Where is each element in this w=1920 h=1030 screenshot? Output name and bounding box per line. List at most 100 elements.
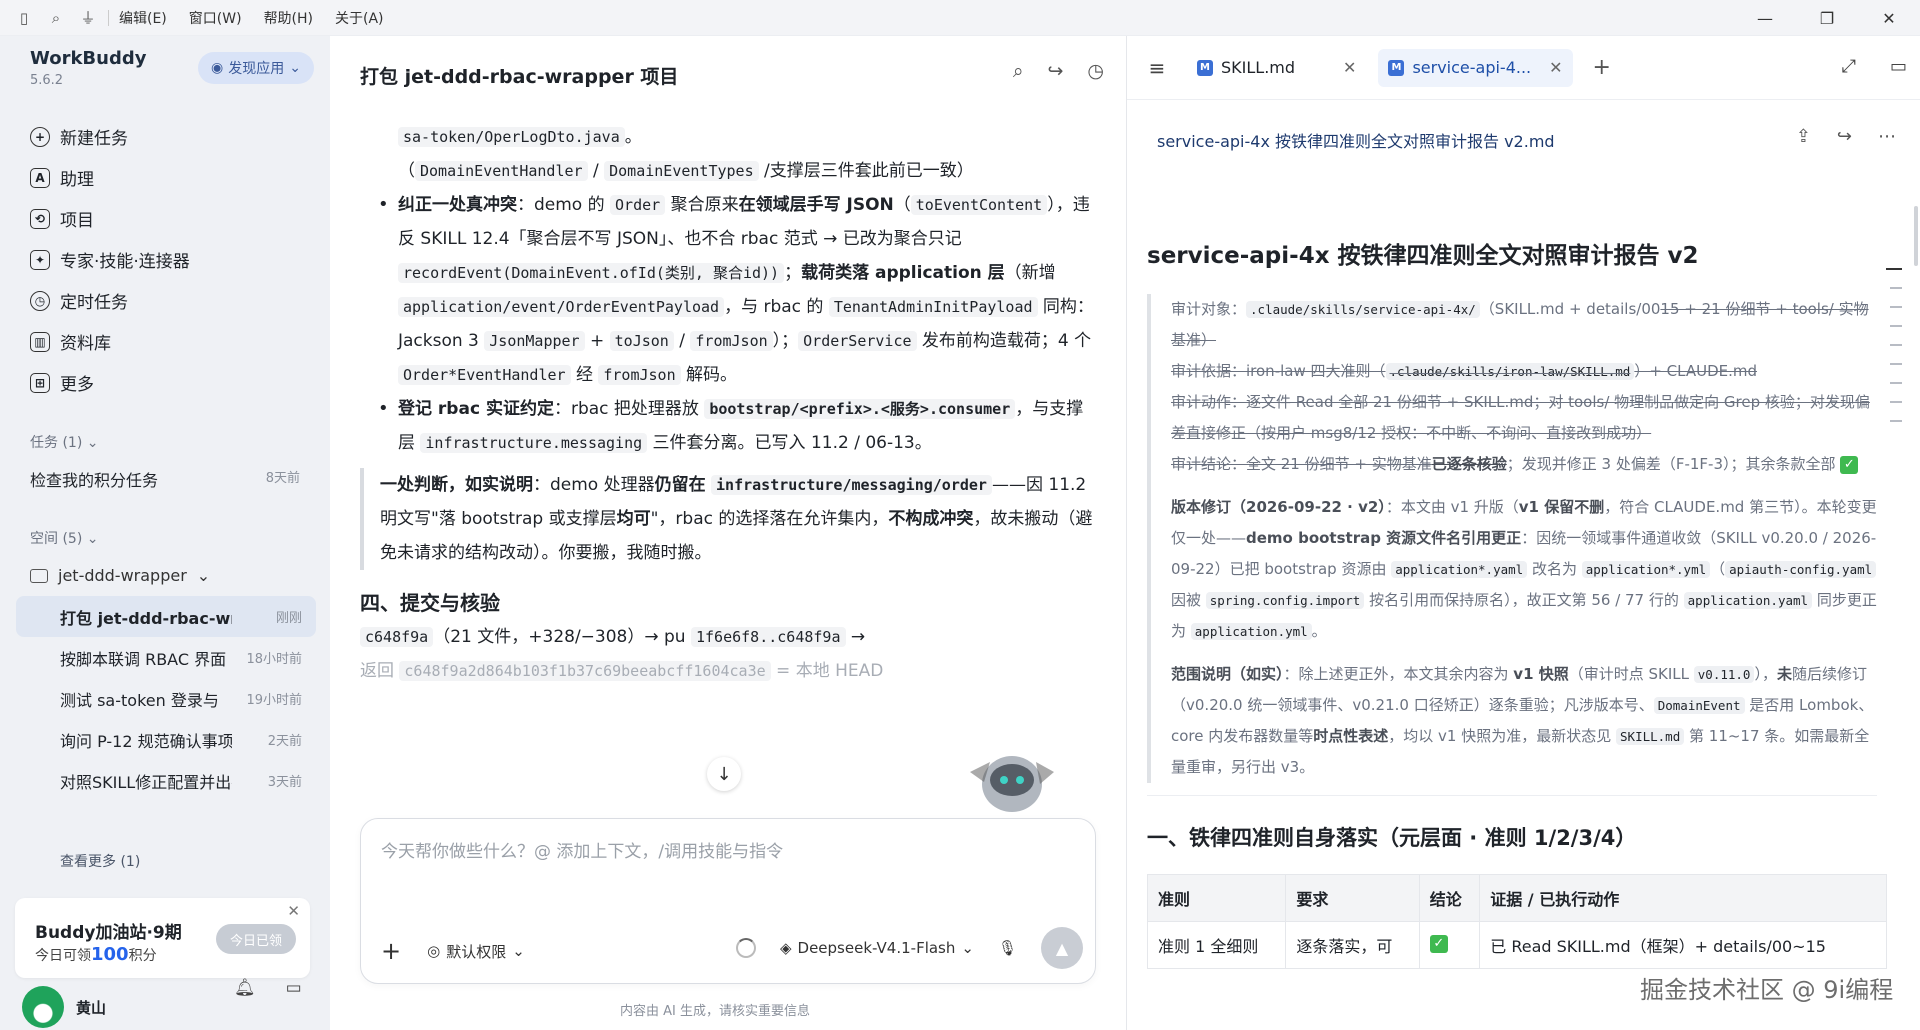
app-version: 5.6.2 bbox=[30, 73, 64, 88]
outline-menu-icon[interactable]: ≡ bbox=[1127, 56, 1187, 80]
bold-text: 范围说明（如实） bbox=[1171, 665, 1284, 683]
bold-text: 纠正一处真冲突 bbox=[398, 195, 517, 215]
discover-label: 发现应用 bbox=[228, 61, 285, 77]
search-icon[interactable]: ⌕ bbox=[1013, 60, 1024, 82]
close-icon[interactable]: ✕ bbox=[287, 902, 300, 920]
text: / bbox=[673, 331, 691, 351]
menu-edit[interactable]: 编辑(E) bbox=[119, 8, 167, 28]
history-icon[interactable]: ◷ bbox=[1087, 60, 1104, 82]
upload-icon[interactable]: ⇪ bbox=[1796, 126, 1811, 147]
nav-label: 定时任务 bbox=[60, 293, 128, 313]
code-span: spring.config.import bbox=[1205, 592, 1365, 609]
model-select[interactable]: ◈ Deepseek-V4.1-Flash ⌄ bbox=[780, 939, 974, 957]
table-cell: 已 Read SKILL.md（框架）+ details/00~15 bbox=[1479, 921, 1887, 969]
close-tab-icon[interactable]: ✕ bbox=[1343, 58, 1356, 77]
chevron-down-icon: ⌄ bbox=[289, 60, 301, 76]
nav-more[interactable]: ⊞ 更多 bbox=[16, 362, 316, 403]
message-line: sa-token/OperLogDto.java。 bbox=[360, 120, 1098, 154]
bold-text: 时点性表述 bbox=[1313, 727, 1389, 745]
minimize-icon[interactable]: — bbox=[1734, 0, 1796, 36]
code-span: recordEvent(DomainEvent.ofId(类别, 聚合id)) bbox=[398, 263, 785, 283]
sidebar: WorkBuddy 5.6.2 ◉ 发现应用 ⌄ + 新建任务 A 助理 ⟲ 项目 ✦… bbox=[0, 36, 330, 1030]
device-icon[interactable]: ▭ bbox=[286, 978, 302, 998]
promo-prefix: 今日可领 bbox=[35, 948, 91, 964]
conversation-item[interactable]: 打包 jet-ddd-rbac-wrapper 项目 刚刚 bbox=[16, 596, 316, 637]
text: （ bbox=[893, 195, 911, 215]
see-more-link[interactable]: 查看更多 (1) bbox=[60, 851, 140, 871]
more-icon[interactable]: ⋯ bbox=[1878, 126, 1896, 147]
text: ，均以 v1 快照为准，最新状态见 bbox=[1388, 727, 1617, 745]
table-header-row: 准则 要求 结论 证据 / 已执行动作 bbox=[1146, 874, 1887, 922]
document-quote: 审计对象： .claude/skills/service-api-4x/（SKIL… bbox=[1147, 294, 1877, 783]
assistant-message: sa-token/OperLogDto.java。 （DomainEventHa… bbox=[360, 120, 1098, 688]
permission-select[interactable]: ◎ 默认权限 ⌄ bbox=[427, 941, 525, 962]
nav-projects[interactable]: ⟲ 项目 bbox=[16, 198, 316, 239]
text: 三件套分离。已写入 11.2 / 06-13。 bbox=[647, 433, 932, 453]
text: （SKILL.md + details/00 bbox=[1479, 300, 1661, 318]
conversation-item[interactable]: 按脚本联调 RBAC 界面 18小时前 bbox=[16, 637, 316, 678]
scroll-down-button[interactable]: ↓ bbox=[707, 757, 741, 791]
nav-label: 新建任务 bbox=[60, 129, 128, 149]
conversation-name: 按脚本联调 RBAC 界面 bbox=[60, 649, 227, 669]
nav-label: 助理 bbox=[60, 170, 94, 190]
conversation-item[interactable]: 对照SKILL修正配置并出报告 3天前 bbox=[16, 760, 316, 801]
table-header: 要求 bbox=[1285, 874, 1420, 922]
user-profile[interactable]: 黄山 bbox=[22, 986, 106, 1028]
send-button[interactable]: ▲ bbox=[1041, 927, 1083, 969]
bell-icon[interactable]: 🔔︎ bbox=[234, 978, 256, 998]
conversation-item[interactable]: 询问 P-12 规范确认事项 2天前 bbox=[16, 719, 316, 760]
filter-icon[interactable]: ⏚ bbox=[78, 8, 98, 28]
space-folder[interactable]: jet-ddd-wrapper ⌄ bbox=[30, 566, 210, 585]
share-icon[interactable]: ↪ bbox=[1047, 60, 1063, 82]
nav-library[interactable]: ▥ 资料库 bbox=[16, 321, 316, 362]
nav-new-task[interactable]: + 新建任务 bbox=[16, 116, 316, 157]
text: ：本文由 v1 升版（ bbox=[1385, 498, 1519, 516]
text: 。 bbox=[624, 127, 642, 147]
outline-minimap[interactable] bbox=[1886, 268, 1902, 439]
chat-input-box[interactable]: 今天帮你做些什么？@ 添加上下文，/调用技能与指令 + ◎ 默认权限 ⌄ ◈ Deep… bbox=[360, 818, 1096, 984]
menu-window[interactable]: 窗口(W) bbox=[189, 8, 242, 28]
nav-experts[interactable]: ✦ 专家·技能·连接器 bbox=[16, 239, 316, 280]
text: （新增 bbox=[1004, 263, 1056, 283]
panel-toggle-icon[interactable]: ▭ bbox=[1890, 56, 1907, 77]
menu-about[interactable]: 关于(A) bbox=[335, 8, 384, 28]
close-tab-icon[interactable]: ✕ bbox=[1549, 58, 1562, 77]
restore-icon[interactable]: ❐ bbox=[1796, 0, 1858, 36]
nav-scheduled[interactable]: ◷ 定时任务 bbox=[16, 280, 316, 321]
discover-apps-button[interactable]: ◉ 发现应用 ⌄ bbox=[198, 52, 314, 84]
promo-suffix: 积分 bbox=[128, 948, 157, 964]
task-name: 检查我的积分任务 bbox=[30, 471, 159, 490]
ai-disclaimer: 内容由 AI 生成，请核实重要信息 bbox=[620, 1004, 810, 1019]
promo-card: Buddy加油站·9期 今日可领100积分 今日已领 ✕ bbox=[15, 898, 310, 978]
text: （ bbox=[1710, 560, 1726, 578]
bold-text: 在领域层手写 JSON bbox=[738, 195, 894, 215]
conversation-item[interactable]: 测试 sa-token 登录与 19小时前 bbox=[16, 678, 316, 719]
chat-input[interactable]: 今天帮你做些什么？@ 添加上下文，/调用技能与指令 bbox=[381, 837, 783, 862]
tab-service-api[interactable]: Mservice-api-4... ✕ bbox=[1378, 48, 1573, 87]
text: / bbox=[587, 161, 605, 181]
code-span: v0.11.0 bbox=[1693, 666, 1755, 683]
claim-button[interactable]: 今日已领 bbox=[216, 924, 296, 954]
text: ；发现并修正 3 处偏差（F-1F-3）；其余条款全部 bbox=[1506, 455, 1836, 473]
menu-help[interactable]: 帮助(H) bbox=[264, 8, 313, 28]
task-item[interactable]: 检查我的积分任务 8天前 bbox=[30, 467, 300, 491]
microphone-icon[interactable]: 🎙︎ bbox=[998, 939, 1017, 957]
model-label: Deepseek-V4.1-Flash bbox=[797, 939, 956, 957]
tasks-section-header[interactable]: 任务 (1) ⌄ bbox=[30, 432, 98, 452]
new-tab-icon[interactable]: + bbox=[1593, 55, 1611, 80]
nav-assistant[interactable]: A 助理 bbox=[16, 157, 316, 198]
scrollbar[interactable] bbox=[1914, 206, 1918, 266]
spaces-section-header[interactable]: 空间 (5) ⌄ bbox=[30, 528, 98, 548]
bullet-list: 纠正一处真冲突：demo 的 Order 聚合原来在领域层手写 JSON（toE… bbox=[360, 188, 1098, 460]
search-icon[interactable]: ⌕ bbox=[46, 8, 66, 28]
close-icon[interactable]: ✕ bbox=[1858, 0, 1920, 36]
expand-icon[interactable]: ⤢ bbox=[1842, 56, 1856, 77]
tab-skill-md[interactable]: M SKILL.md ✕ bbox=[1187, 49, 1366, 87]
sidebar-toggle-icon[interactable]: ▯ bbox=[14, 8, 34, 28]
grid-icon: ⊞ bbox=[30, 372, 50, 393]
add-icon[interactable]: + bbox=[381, 937, 401, 965]
section-heading: 一、铁律四准则自身落实（元层面 · 准则 1/2/3/4） bbox=[1147, 826, 1637, 850]
code-span: application*.yaml bbox=[1391, 561, 1528, 578]
share-icon[interactable]: ↪ bbox=[1837, 126, 1852, 147]
code-span: .claude/skills/service-api-4x/ bbox=[1246, 301, 1480, 318]
